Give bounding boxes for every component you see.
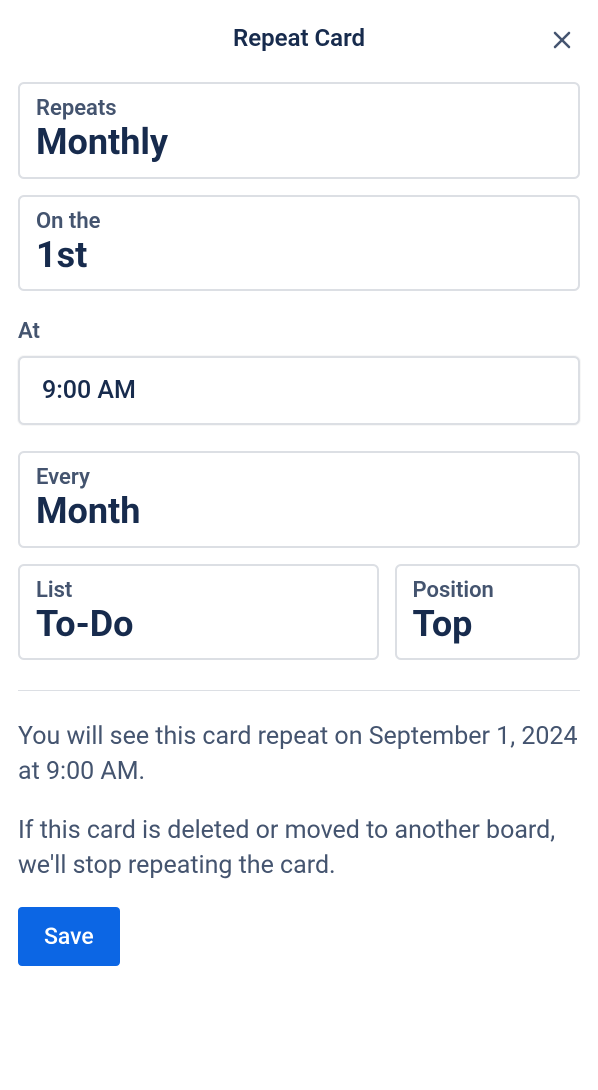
- onthe-select[interactable]: On the 1st: [18, 195, 580, 292]
- next-occurrence-text: You will see this card repeat on Septemb…: [18, 719, 580, 789]
- close-icon[interactable]: [550, 28, 574, 52]
- every-value: Month: [36, 492, 562, 532]
- position-label: Position: [413, 578, 562, 603]
- position-value: Top: [413, 605, 562, 645]
- onthe-value: 1st: [36, 236, 562, 276]
- at-label: At: [18, 319, 580, 344]
- every-label: Every: [36, 465, 562, 490]
- dialog-header: Repeat Card: [18, 18, 580, 52]
- repeats-value: Monthly: [36, 123, 562, 163]
- repeats-select[interactable]: Repeats Monthly: [18, 82, 580, 179]
- list-value: To-Do: [36, 605, 361, 645]
- repeats-label: Repeats: [36, 96, 562, 121]
- position-select[interactable]: Position Top: [395, 564, 580, 661]
- deletion-note-text: If this card is deleted or moved to anot…: [18, 813, 580, 883]
- list-select[interactable]: List To-Do: [18, 564, 379, 661]
- divider: [18, 690, 580, 691]
- list-label: List: [36, 578, 361, 603]
- every-select[interactable]: Every Month: [18, 451, 580, 548]
- time-input[interactable]: [18, 356, 580, 425]
- save-button[interactable]: Save: [18, 907, 120, 966]
- dialog-title: Repeat Card: [233, 24, 365, 52]
- onthe-label: On the: [36, 209, 562, 234]
